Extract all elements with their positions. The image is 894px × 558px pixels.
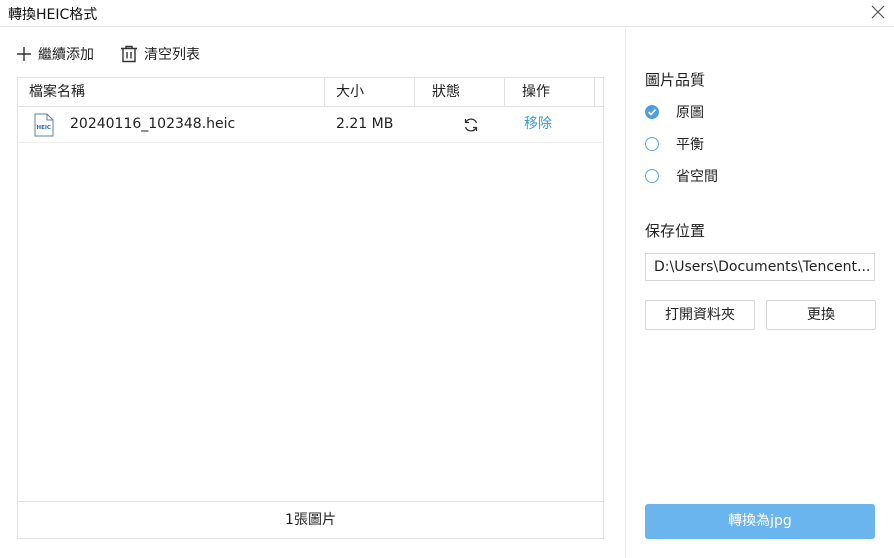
file-icon-text: HEIC bbox=[37, 125, 51, 131]
radio-checked-icon bbox=[645, 105, 659, 119]
save-path-field[interactable]: D:\Users\Documents\Tencent... bbox=[645, 253, 875, 281]
quality-label: 圖片品質 bbox=[645, 71, 706, 89]
save-location-label: 保存位置 bbox=[645, 222, 706, 240]
quality-option-original[interactable]: 原圖 bbox=[645, 102, 704, 122]
open-folder-button[interactable]: 打開資料夾 bbox=[645, 300, 755, 330]
header-status: 狀態 bbox=[432, 84, 460, 100]
add-more-label: 繼續添加 bbox=[38, 47, 94, 63]
header-divider bbox=[414, 78, 415, 106]
quality-option-balanced[interactable]: 平衡 bbox=[645, 134, 704, 154]
clear-list-label: 清空列表 bbox=[144, 47, 200, 63]
header-divider bbox=[594, 78, 595, 106]
trash-icon bbox=[121, 45, 137, 63]
file-panel: 繼續添加 清空列表 檔案名稱 大小 狀態 操作 HEIC 20240116_10… bbox=[0, 27, 625, 558]
file-name: 20240116_102348.heic bbox=[70, 116, 236, 132]
file-list: 檔案名稱 大小 狀態 操作 HEIC 20240116_102348.heic … bbox=[17, 77, 604, 539]
change-location-button[interactable]: 更換 bbox=[766, 300, 876, 330]
radio-unchecked-icon bbox=[645, 137, 659, 151]
close-icon[interactable] bbox=[868, 2, 888, 22]
file-size: 2.21 MB bbox=[336, 116, 394, 132]
header-action: 操作 bbox=[522, 84, 550, 100]
radio-unchecked-icon bbox=[645, 169, 659, 183]
remove-link[interactable]: 移除 bbox=[524, 107, 552, 142]
quality-option-label: 省空間 bbox=[676, 169, 718, 185]
convert-to-jpg-button[interactable]: 轉換為jpg bbox=[645, 504, 875, 539]
clear-list-button[interactable]: 清空列表 bbox=[120, 43, 200, 65]
settings-panel: 圖片品質 原圖 平衡 省空間 保存位置 D:\Users\Documents\T… bbox=[625, 27, 894, 558]
heic-file-icon: HEIC bbox=[34, 113, 54, 137]
refresh-icon bbox=[464, 118, 478, 132]
title-bar: 轉換HEIC格式 bbox=[0, 0, 894, 27]
file-count: 1張圖片 bbox=[18, 501, 603, 538]
header-divider bbox=[324, 78, 325, 106]
table-row[interactable]: HEIC 20240116_102348.heic 2.21 MB 移除 bbox=[18, 107, 603, 143]
add-more-button[interactable]: 繼續添加 bbox=[16, 43, 94, 65]
quality-option-save-space[interactable]: 省空間 bbox=[645, 166, 718, 186]
header-size: 大小 bbox=[336, 84, 364, 100]
quality-option-label: 原圖 bbox=[676, 105, 704, 121]
header-divider bbox=[504, 78, 505, 106]
window-title: 轉換HEIC格式 bbox=[8, 7, 98, 23]
quality-option-label: 平衡 bbox=[676, 137, 704, 153]
plus-icon bbox=[17, 47, 31, 61]
table-header: 檔案名稱 大小 狀態 操作 bbox=[18, 78, 603, 107]
header-name: 檔案名稱 bbox=[29, 84, 85, 100]
